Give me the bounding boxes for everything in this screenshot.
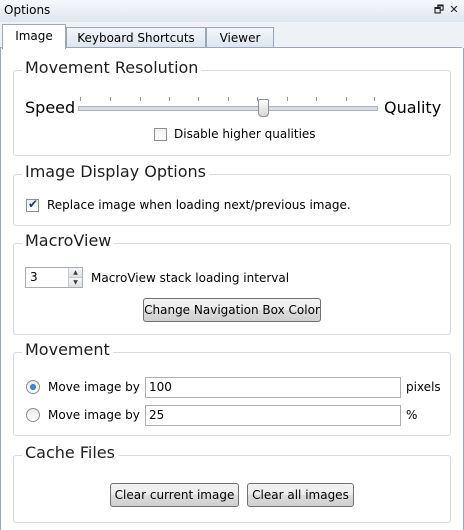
group-cache-files: Cache Files Clear current image Clear al… bbox=[13, 443, 451, 523]
tab-strip: Image Keyboard Shortcuts Viewer bbox=[0, 22, 464, 49]
movement-title: Movement bbox=[22, 340, 113, 359]
slider-tick bbox=[228, 97, 229, 101]
slider-tick bbox=[169, 97, 170, 101]
slider-tick bbox=[287, 97, 288, 101]
disable-higher-qualities-checkbox[interactable] bbox=[154, 128, 167, 141]
move-percent-unit: % bbox=[406, 408, 418, 422]
tab-viewer[interactable]: Viewer bbox=[206, 27, 274, 48]
tab-pane-image: Movement Resolution Speed Quality Disabl… bbox=[0, 48, 464, 530]
slider-tick bbox=[80, 97, 81, 101]
change-navigation-box-color-button[interactable]: Change Navigation Box Color bbox=[143, 298, 321, 322]
move-pixels-label: Move image by bbox=[48, 380, 140, 394]
move-pixels-input[interactable]: 100 bbox=[145, 377, 401, 398]
cache-files-title: Cache Files bbox=[22, 443, 118, 462]
slider-tick bbox=[316, 97, 317, 101]
quality-slider-thumb[interactable] bbox=[257, 99, 269, 117]
clear-current-image-button[interactable]: Clear current image bbox=[110, 483, 239, 507]
move-percent-input[interactable]: 25 bbox=[145, 405, 401, 426]
macroview-title: MacroView bbox=[22, 231, 115, 250]
group-image-display-options: Image Display Options Replace image when… bbox=[13, 162, 451, 226]
replace-image-label: Replace image when loading next/previous… bbox=[47, 198, 351, 212]
macroview-interval-stepper[interactable]: 3 ▲ ▼ bbox=[25, 267, 83, 288]
group-movement: Movement Move image by 100 pixels Move i… bbox=[13, 340, 451, 436]
slider-tick bbox=[198, 97, 199, 101]
move-pixels-radio[interactable] bbox=[26, 380, 40, 394]
slider-tick bbox=[374, 97, 375, 101]
macroview-interval-label: MacroView stack loading interval bbox=[91, 271, 290, 285]
move-percent-radio[interactable] bbox=[26, 408, 40, 422]
stepper-down-icon[interactable]: ▼ bbox=[68, 278, 82, 287]
window-title: Options bbox=[4, 3, 51, 17]
stepper-up-icon[interactable]: ▲ bbox=[68, 268, 82, 278]
slider-tick bbox=[346, 97, 347, 101]
group-movement-resolution: Movement Resolution Speed Quality Disabl… bbox=[13, 58, 451, 156]
move-percent-label: Move image by bbox=[48, 408, 140, 422]
slider-right-label: Quality bbox=[384, 98, 442, 117]
restore-icon[interactable]: 🗗 bbox=[432, 3, 446, 17]
disable-higher-qualities-label: Disable higher qualities bbox=[174, 127, 316, 141]
slider-left-label: Speed bbox=[25, 98, 76, 117]
group-macroview: MacroView 3 ▲ ▼ MacroView stack loading … bbox=[13, 231, 451, 335]
tab-image[interactable]: Image bbox=[2, 24, 66, 49]
macroview-interval-value: 3 bbox=[30, 270, 38, 284]
image-display-options-title: Image Display Options bbox=[22, 162, 209, 181]
slider-tick bbox=[140, 97, 141, 101]
move-pixels-unit: pixels bbox=[406, 380, 441, 394]
tab-keyboard-shortcuts[interactable]: Keyboard Shortcuts bbox=[66, 27, 206, 48]
replace-image-checkbox[interactable] bbox=[26, 197, 39, 212]
close-icon[interactable]: ✕ bbox=[447, 3, 461, 17]
window-titlebar: Options 🗗 ✕ bbox=[0, 0, 464, 23]
movement-resolution-title: Movement Resolution bbox=[22, 58, 202, 77]
slider-tick bbox=[110, 97, 111, 101]
quality-slider-track[interactable] bbox=[78, 106, 378, 111]
clear-all-images-button[interactable]: Clear all images bbox=[247, 483, 354, 507]
